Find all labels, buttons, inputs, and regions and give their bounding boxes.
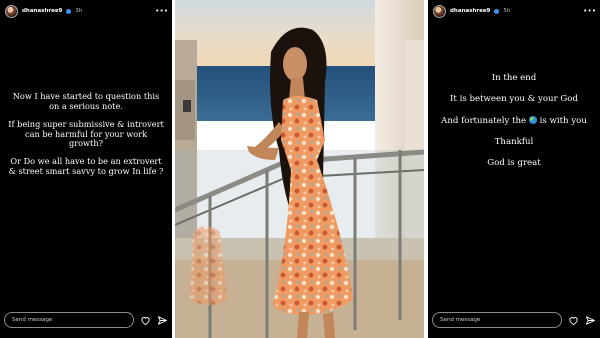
send-message-input[interactable]: Send message [4,312,134,328]
story-line: And fortunately the is with you [436,115,592,126]
post-time: 5h [503,8,511,14]
send-arrow-icon[interactable] [157,315,168,326]
username[interactable]: dhanashree9 [22,8,62,14]
story-header: dhanashree9 5h • • • [433,4,596,18]
heart-icon[interactable] [140,315,151,326]
story-line-part: And fortunately the [441,115,527,126]
story-footer: Send message [432,311,596,329]
story-line: If being super submissive & introvert ca… [8,118,164,149]
send-arrow-icon[interactable] [585,315,596,326]
story-line: God is great [487,158,541,169]
balcony-photo [175,0,424,338]
story-line: Thankful [494,136,534,147]
verified-badge-icon [66,8,72,14]
avatar[interactable] [433,4,446,18]
story-text: Now I have started to question this on a… [8,91,164,185]
story-footer: Send message [4,311,168,329]
story-header: dhanashree9 3h • • • [5,4,168,18]
right-story-panel: dhanashree9 5h • • • In the end It is be… [428,0,600,338]
more-dots-icon[interactable]: • • • [155,7,168,15]
more-dots-icon[interactable]: • • • [583,7,596,15]
username[interactable]: dhanashree9 [450,8,490,14]
avatar[interactable] [5,4,18,18]
send-message-input[interactable]: Send message [432,312,562,328]
verified-badge-icon [494,8,500,14]
story-line: It is between you & your God [450,94,578,105]
story-line: In the end [491,73,537,83]
globe-emoji-icon [528,115,537,124]
story-line-part: is with you [539,115,587,126]
story-line: Now I have started to question this on a… [12,91,160,111]
heart-icon[interactable] [568,315,579,326]
left-story-panel: dhanashree9 3h • • • Now I have started … [0,0,172,338]
story-text: In the end It is between you & your God … [436,73,592,180]
post-time: 3h [75,8,83,14]
photo-illustration [175,0,424,338]
story-line: Or Do we all have to be an extrovert & s… [8,156,164,177]
